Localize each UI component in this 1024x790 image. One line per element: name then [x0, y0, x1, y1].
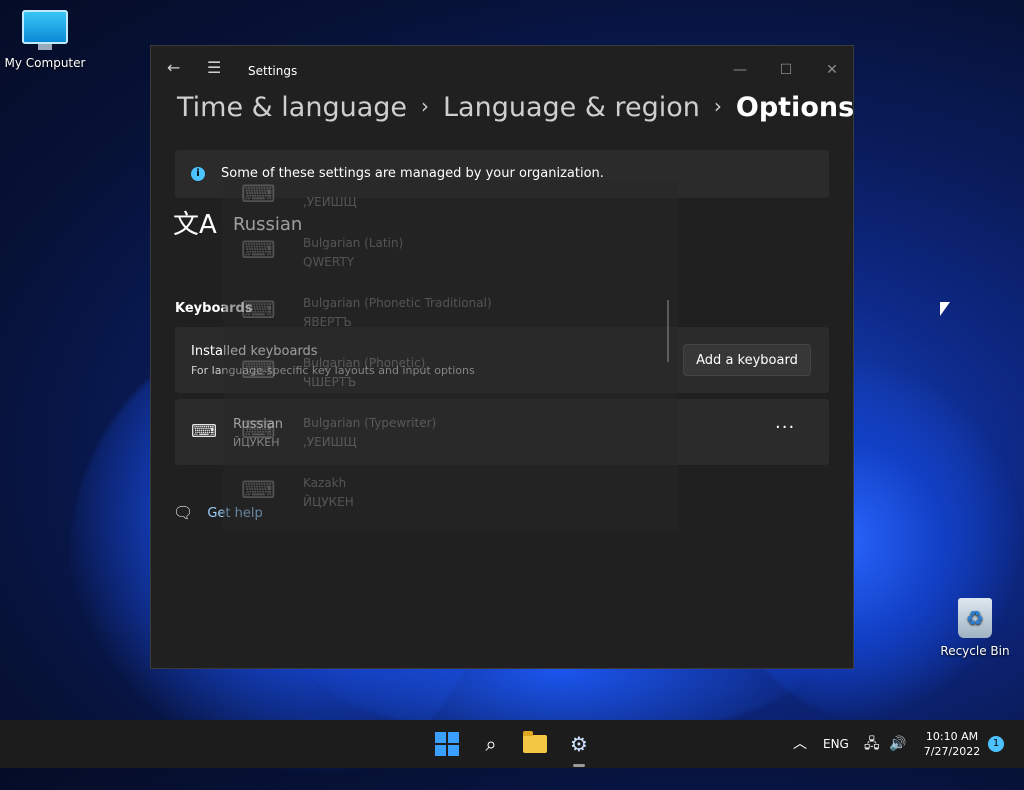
windows-logo-icon — [435, 732, 459, 756]
flyout-item-name: Bulgarian (Phonetic Traditional) — [303, 296, 492, 310]
search-icon: ⌕ — [485, 732, 497, 756]
flyout-item-name: Bulgarian (Phonetic) — [303, 356, 426, 370]
language-icon: 文A — [173, 210, 217, 240]
back-arrow-icon[interactable]: ← — [167, 58, 180, 77]
keyboard-icon: ⌨ — [241, 296, 276, 324]
chevron-right-icon: › — [421, 94, 430, 118]
title-bar[interactable]: ← ☰ Settings — ☐ ✕ — [151, 46, 853, 94]
hamburger-menu-icon[interactable]: ☰ — [207, 58, 221, 77]
more-options-button[interactable]: ··· — [775, 417, 795, 438]
taskbar: ⌕ ⚙ ︿ ENG 🖧 🔊 10:10 AM 7/27/2022 1 — [0, 720, 1024, 768]
page-title: Options — [735, 92, 855, 123]
flyout-item-layout: ,УЕИШЩ — [303, 195, 357, 209]
volume-icon[interactable]: 🔊 — [889, 720, 906, 768]
flyout-scrollbar[interactable] — [667, 300, 669, 362]
flyout-item-layout: ЧШЕРТЪ — [303, 375, 357, 389]
notification-badge[interactable]: 1 — [988, 736, 1004, 752]
keyboard-flyout: ⌨ ,УЕИШЩ ⌨ Bulgarian (Latin) QWERTY ⌨ Bu… — [223, 180, 678, 532]
flyout-item-layout: ЯВЕРТЪ — [303, 315, 352, 329]
add-keyboard-button[interactable]: Add a keyboard — [683, 344, 811, 376]
breadcrumb: Time & language › Language & region › Option… — [177, 92, 854, 123]
active-app-indicator — [573, 764, 585, 767]
breadcrumb-time-language[interactable]: Time & language — [177, 92, 407, 123]
app-title: Settings — [248, 64, 298, 78]
keyboard-icon: ⌨ — [241, 416, 276, 444]
flyout-item-name: Kazakh — [303, 476, 347, 490]
chevron-right-icon: › — [713, 94, 722, 118]
keyboard-icon: ⌨ — [241, 180, 276, 208]
search-button[interactable]: ⌕ — [475, 728, 507, 760]
keyboard-icon: ⌨ — [191, 421, 217, 442]
minimize-button[interactable]: — — [717, 54, 763, 86]
input-language-indicator[interactable]: ENG — [823, 720, 849, 768]
clock[interactable]: 10:10 AM 7/27/2022 — [916, 729, 988, 759]
show-hidden-icons-chevron-icon[interactable]: ︿ — [793, 720, 807, 768]
desktop-icon-recycle-bin[interactable]: ♻ Recycle Bin — [930, 598, 1020, 658]
keyboard-icon: ⌨ — [241, 476, 276, 504]
clock-date: 7/27/2022 — [923, 745, 981, 758]
maximize-button[interactable]: ☐ — [763, 54, 809, 86]
settings-taskbar-button[interactable]: ⚙ — [563, 728, 595, 760]
gear-icon: ⚙ — [570, 732, 588, 756]
keyboard-icon: ⌨ — [241, 356, 276, 384]
desktop-icon-label: My Computer — [4, 56, 86, 70]
info-icon: i — [191, 167, 205, 181]
recycle-bin-icon: ♻ — [958, 598, 992, 638]
desktop-icon-my-computer[interactable]: My Computer — [0, 10, 90, 70]
close-button[interactable]: ✕ — [809, 54, 855, 86]
flyout-item-layout: QWERTY — [303, 255, 355, 269]
folder-icon — [523, 731, 547, 753]
flyout-item-layout: ,УЕИШЩ — [303, 435, 357, 449]
flyout-item-layout: ЙЦУКЕН — [303, 495, 354, 509]
desktop-icon-label: Recycle Bin — [940, 644, 1010, 658]
mouse-cursor-icon — [940, 302, 950, 316]
info-banner-text: Some of these settings are managed by yo… — [221, 166, 604, 181]
breadcrumb-language-region[interactable]: Language & region — [443, 92, 700, 123]
keyboard-icon: ⌨ — [241, 236, 276, 264]
flyout-item-name: Bulgarian (Latin) — [303, 236, 404, 250]
monitor-icon — [22, 10, 68, 50]
file-explorer-button[interactable] — [519, 728, 551, 760]
network-icon[interactable]: 🖧 — [864, 720, 880, 768]
start-button[interactable] — [431, 728, 463, 760]
clock-time: 10:10 AM — [925, 730, 979, 743]
flyout-item-name: Bulgarian (Typewriter) — [303, 416, 437, 430]
help-icon: 🗨 — [173, 503, 194, 522]
